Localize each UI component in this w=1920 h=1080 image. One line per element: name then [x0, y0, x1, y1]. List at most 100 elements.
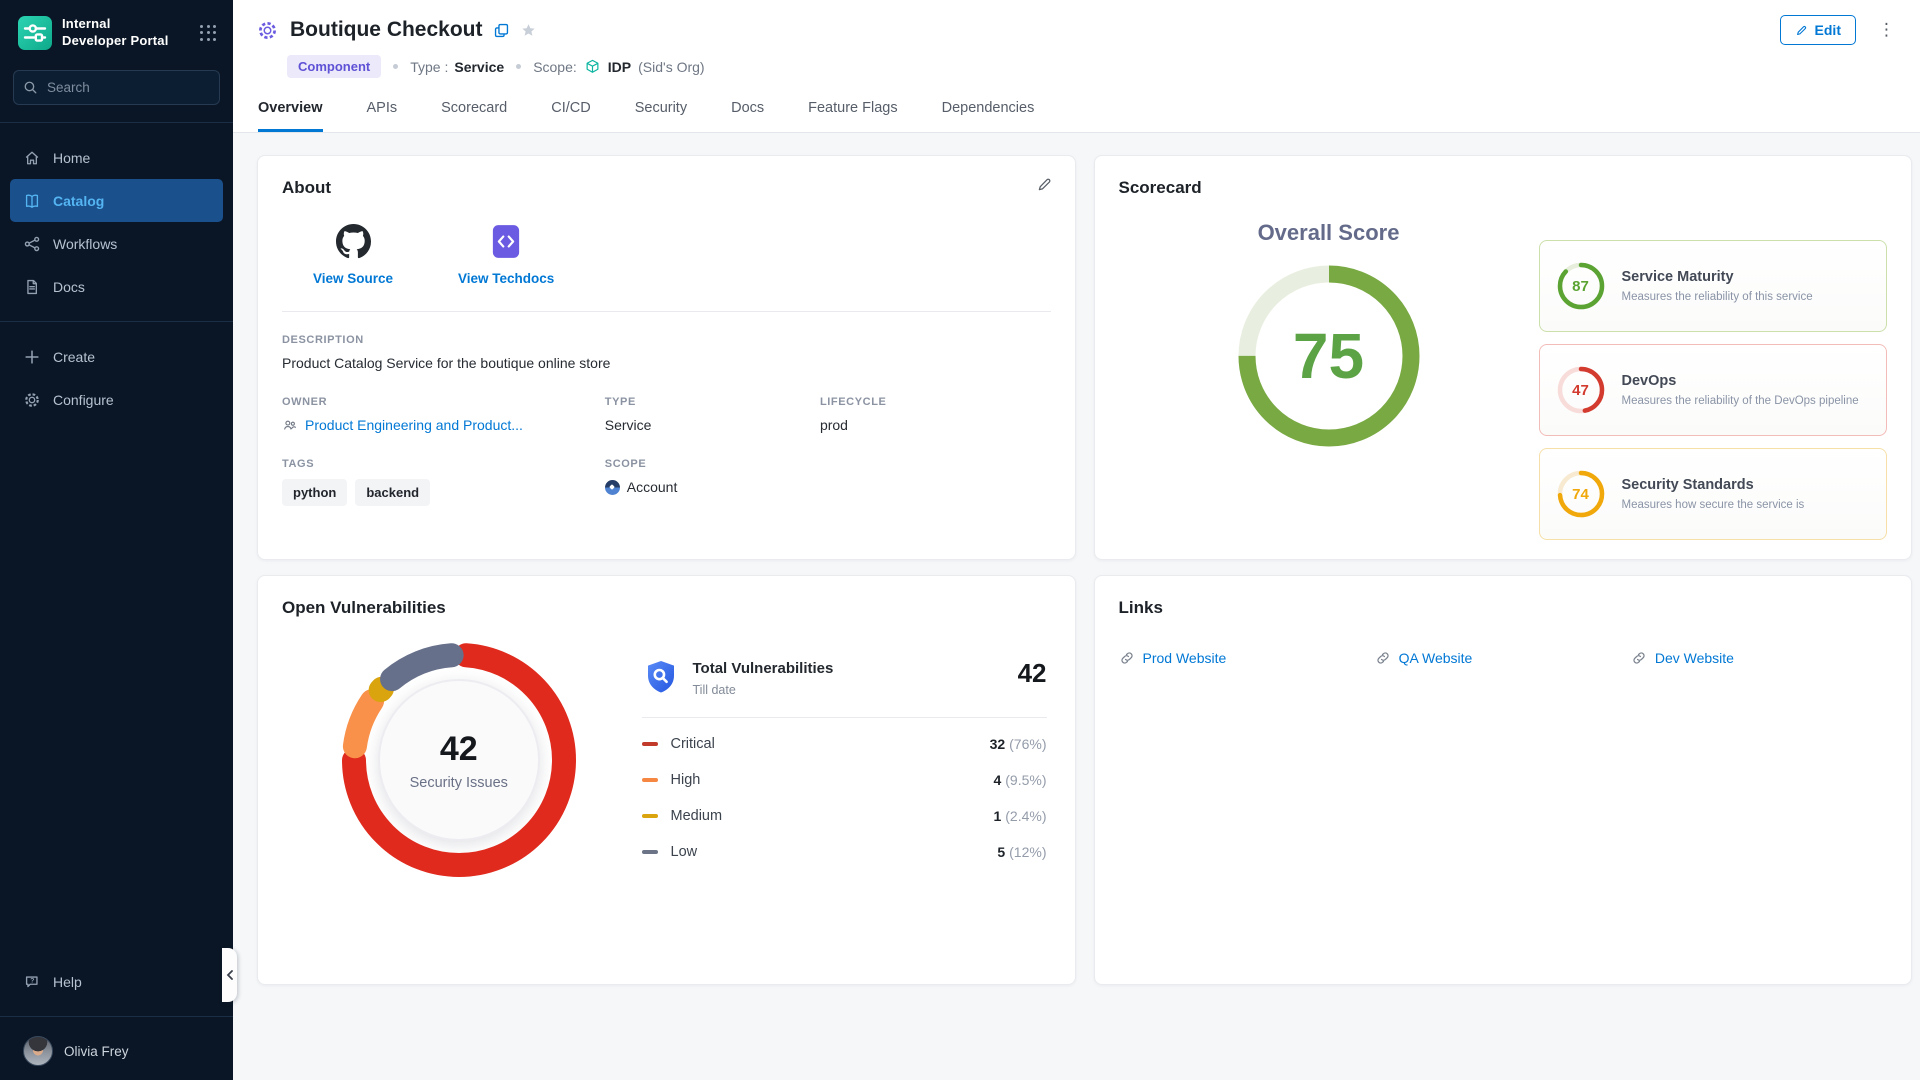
- kind-badge[interactable]: Component: [287, 55, 381, 78]
- owner-link[interactable]: Product Engineering and Product...: [282, 417, 605, 433]
- home-icon: [23, 149, 41, 167]
- legend-row-low: Low 5(12%): [642, 834, 1047, 870]
- tags-label: TAGS: [282, 458, 605, 470]
- overall-score-donut: 75: [1229, 256, 1429, 456]
- component-gear-icon: [257, 20, 278, 41]
- legend-label: Critical: [671, 736, 715, 752]
- sidebar-item-help[interactable]: ? Help: [10, 960, 223, 1003]
- score-ring: 47: [1556, 365, 1606, 415]
- tab-overview[interactable]: Overview: [258, 100, 323, 132]
- score-value: 74: [1556, 469, 1606, 519]
- vulnerabilities-card: Open Vulnerabilities 42 Security Issues: [257, 575, 1076, 985]
- type-field: TYPE Service: [605, 396, 820, 433]
- scorecard-list: 87 Service Maturity Measures the reliabi…: [1539, 240, 1888, 540]
- scorecard-item-security-standards[interactable]: 74 Security Standards Measures how secur…: [1539, 448, 1888, 540]
- legend-row-critical: Critical 32(76%): [642, 726, 1047, 762]
- sidebar-bottom: ? Help Olivia Frey: [0, 960, 233, 1080]
- prod-website-link[interactable]: Prod Website: [1119, 650, 1375, 666]
- more-options-icon[interactable]: ⋮: [1878, 27, 1894, 33]
- page-title: Boutique Checkout: [290, 18, 483, 42]
- scope-field-value: Account: [627, 479, 678, 495]
- dot-separator: [516, 64, 521, 69]
- tab-scorecard[interactable]: Scorecard: [441, 100, 507, 132]
- tag-chip[interactable]: python: [282, 479, 347, 506]
- gear-icon: [23, 391, 41, 409]
- owner-field: OWNER Product Engineering and Product...: [282, 396, 605, 433]
- link-icon: [1375, 650, 1391, 666]
- lifecycle-value: prod: [820, 417, 1051, 433]
- view-source-link[interactable]: View Source: [310, 224, 396, 286]
- entity-meta: Component Type : Service Scope: IDP (Sid…: [287, 55, 1894, 80]
- critical-swatch: [642, 742, 658, 747]
- view-source-label: View Source: [313, 271, 393, 286]
- edit-button-label: Edit: [1815, 22, 1841, 38]
- tag-chip[interactable]: backend: [355, 479, 430, 506]
- scorecard-item-service-maturity[interactable]: 87 Service Maturity Measures the reliabi…: [1539, 240, 1888, 332]
- docs-icon: [23, 278, 41, 296]
- score-value: 47: [1556, 365, 1606, 415]
- qa-website-link[interactable]: QA Website: [1375, 650, 1631, 666]
- copy-icon[interactable]: [493, 22, 510, 39]
- divider: [282, 311, 1051, 312]
- star-icon[interactable]: [520, 22, 537, 39]
- scope-value: IDP: [608, 59, 631, 75]
- owner-label: OWNER: [282, 396, 605, 408]
- type-value: Service: [605, 417, 820, 433]
- divider: [642, 717, 1047, 718]
- plus-icon: [23, 348, 41, 366]
- sidebar-collapse-handle[interactable]: [222, 948, 237, 1002]
- scorecard-item-devops[interactable]: 47 DevOps Measures the reliability of th…: [1539, 344, 1888, 436]
- sidebar-item-create[interactable]: Create: [10, 335, 223, 378]
- cube-icon: [584, 58, 601, 75]
- search-input[interactable]: [13, 70, 220, 105]
- sidebar-item-workflows[interactable]: Workflows: [10, 222, 223, 265]
- scope-label: Scope:: [533, 59, 577, 75]
- sidebar-item-label: Docs: [53, 279, 85, 295]
- brand[interactable]: Internal Developer Portal: [0, 0, 233, 62]
- type-value: Service: [454, 59, 504, 75]
- sidebar-item-configure[interactable]: Configure: [10, 378, 223, 421]
- legend-row-medium: Medium 1(2.4%): [642, 798, 1047, 834]
- user-menu[interactable]: Olivia Frey: [0, 1030, 233, 1066]
- dot-separator: [393, 64, 398, 69]
- help-icon: ?: [23, 973, 41, 991]
- app-switcher-icon[interactable]: [200, 25, 217, 42]
- link-icon: [1631, 650, 1647, 666]
- sidebar-item-label: Help: [53, 974, 82, 990]
- team-icon: [282, 417, 298, 433]
- tab-cicd[interactable]: CI/CD: [551, 100, 590, 132]
- link-label: QA Website: [1399, 650, 1473, 666]
- tab-apis[interactable]: APIs: [367, 100, 398, 132]
- sidebar-item-label: Create: [53, 349, 95, 365]
- sidebar-item-label: Workflows: [53, 236, 117, 252]
- lifecycle-label: LIFECYCLE: [820, 396, 1051, 408]
- sidebar-item-docs[interactable]: Docs: [10, 265, 223, 308]
- about-edit-icon[interactable]: [1036, 176, 1053, 198]
- legend-label: Low: [671, 844, 698, 860]
- sidebar-item-catalog[interactable]: Catalog: [10, 179, 223, 222]
- legend-label: Medium: [671, 808, 723, 824]
- pencil-icon: [1795, 24, 1808, 37]
- view-techdocs-link[interactable]: View Techdocs: [458, 224, 554, 286]
- legend-label: High: [671, 772, 701, 788]
- security-issues-label: Security Issues: [410, 775, 508, 791]
- edit-button[interactable]: Edit: [1780, 15, 1856, 45]
- dev-website-link[interactable]: Dev Website: [1631, 650, 1887, 666]
- account-scope-icon: [605, 480, 620, 495]
- app-window: Internal Developer Portal Home: [0, 0, 1920, 1080]
- scorecard-name: Service Maturity: [1622, 269, 1813, 285]
- tags-field: TAGS python backend: [282, 458, 605, 506]
- tab-docs[interactable]: Docs: [731, 100, 764, 132]
- tab-security[interactable]: Security: [635, 100, 687, 132]
- search-icon: [23, 80, 38, 95]
- sidebar-item-home[interactable]: Home: [10, 136, 223, 179]
- tab-dependencies[interactable]: Dependencies: [942, 100, 1035, 132]
- medium-swatch: [642, 814, 658, 819]
- legend-count: 32: [990, 736, 1006, 752]
- links-title: Links: [1119, 598, 1888, 618]
- score-ring: 74: [1556, 469, 1606, 519]
- divider: [0, 321, 233, 322]
- tab-feature-flags[interactable]: Feature Flags: [808, 100, 897, 132]
- type-label: Type :: [410, 59, 448, 75]
- scope-field: SCOPE Account: [605, 458, 820, 506]
